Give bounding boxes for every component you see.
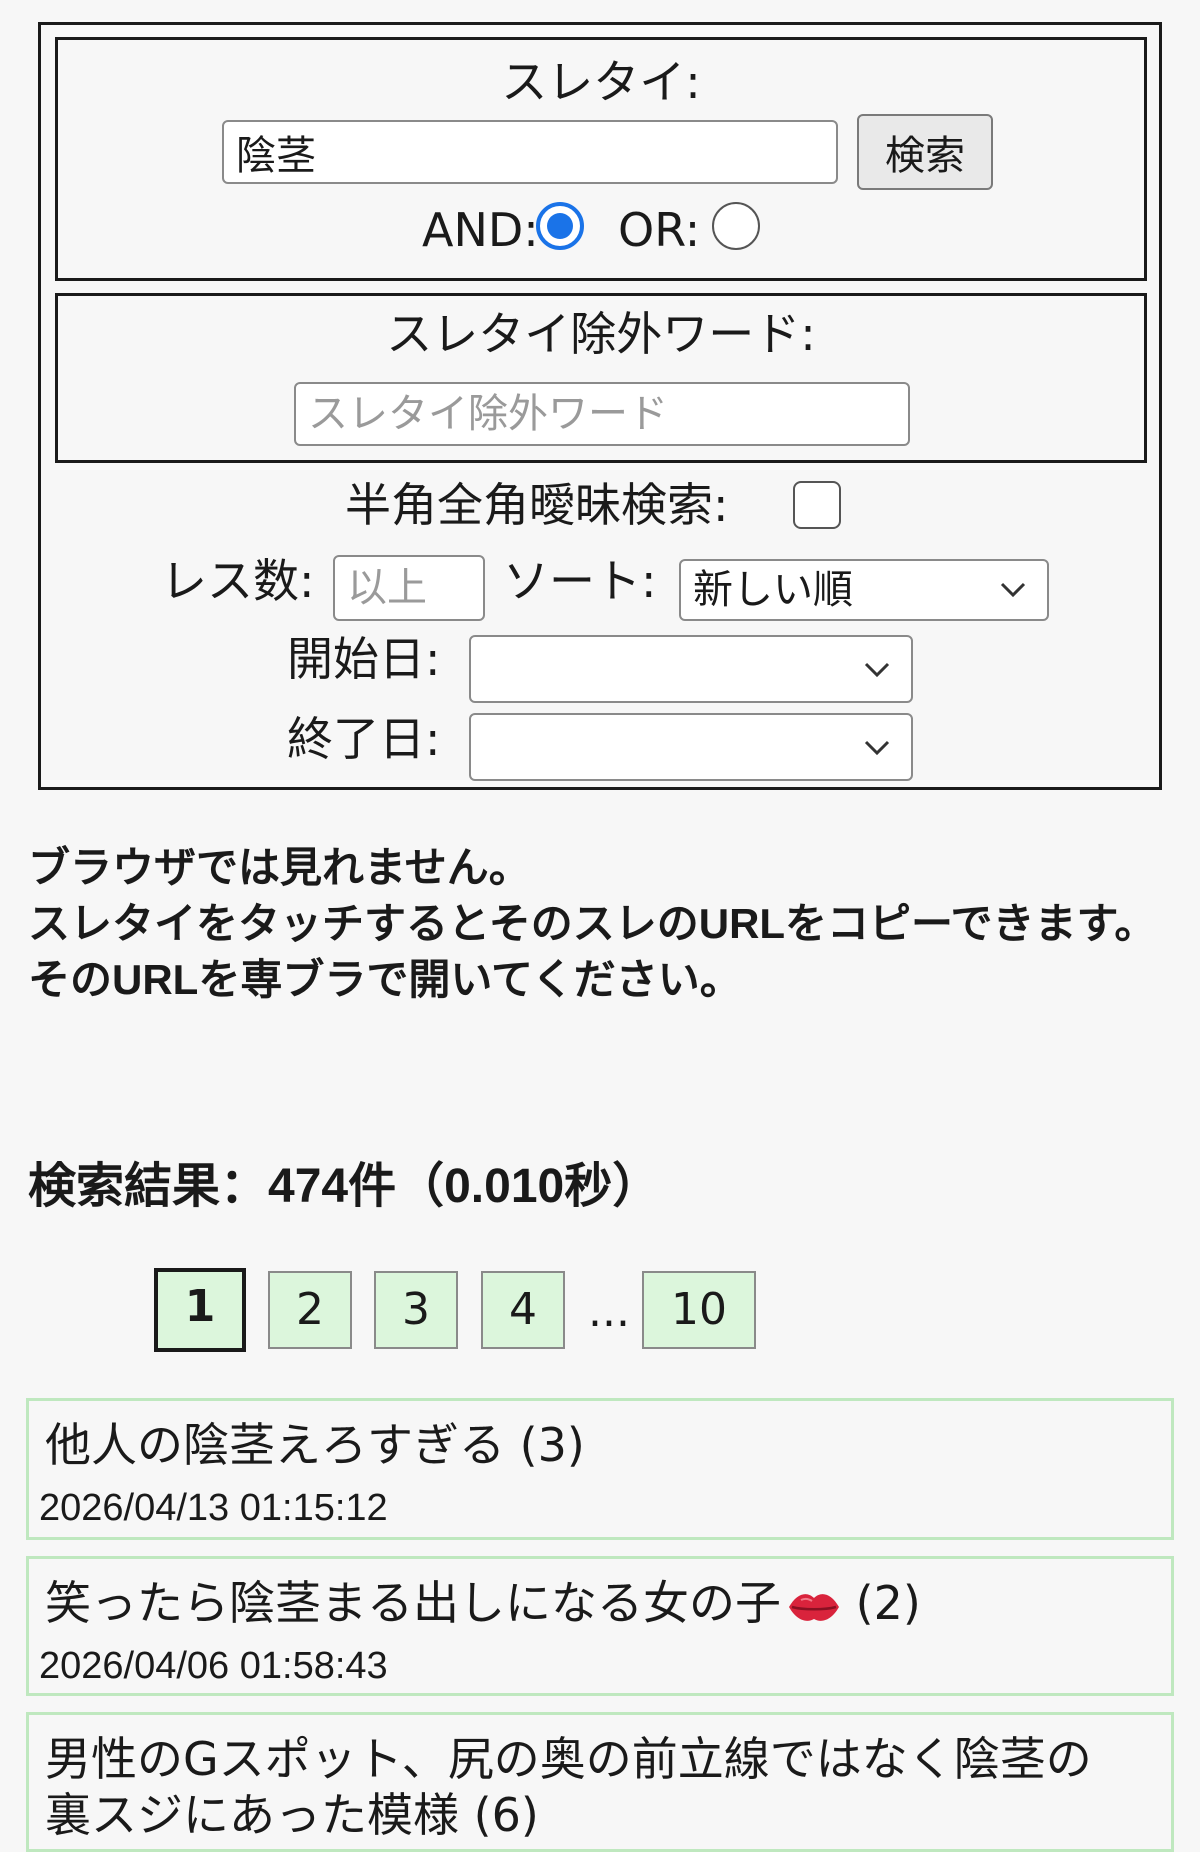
res-count-input[interactable]	[333, 555, 485, 621]
notice-line-1: ブラウザでは見れません。	[28, 844, 531, 891]
and-label: AND:	[422, 203, 539, 257]
page-3-button[interactable]: 3	[374, 1271, 458, 1349]
search-form: スレタイ: 検索 AND: OR: スレタイ除外ワード: 半角全角曖昧検索: レ…	[38, 22, 1162, 790]
or-radio[interactable]	[712, 202, 760, 250]
result-item[interactable]: 他人の陰茎えろすぎる (3) 2026/04/13 01:15:12	[26, 1398, 1174, 1540]
result-date: 2026/04/13 01:15:12	[39, 1487, 388, 1529]
search-button[interactable]: 検索	[857, 114, 993, 190]
result-title[interactable]: 笑ったら陰茎まる出しになる女の子 (2)	[45, 1573, 921, 1633]
page-2-button[interactable]: 2	[268, 1271, 352, 1349]
result-count-suffix: (2)	[841, 1576, 921, 1630]
and-radio[interactable]	[536, 202, 584, 250]
fuzzy-search-checkbox[interactable]	[793, 481, 841, 529]
end-date-select[interactable]	[469, 713, 913, 781]
result-item[interactable]: 男性のGスポット、尻の奥の前立線ではなく陰茎の 裏スジにあった模様 (6)	[26, 1712, 1174, 1852]
notice-line-2: スレタイをタッチするとそのスレのURLをコピーできます。	[28, 900, 1157, 947]
result-title[interactable]: 他人の陰茎えろすぎる (3)	[45, 1415, 585, 1475]
notice-line-3: そのURLを専ブラで開いてください。	[28, 956, 742, 1003]
page-4-button[interactable]: 4	[481, 1271, 565, 1349]
title-search-input[interactable]	[222, 120, 838, 184]
exclude-fieldset: スレタイ除外ワード:	[55, 293, 1147, 463]
title-label: スレタイ:	[501, 55, 701, 109]
fuzzy-search-label: 半角全角曖昧検索:	[345, 478, 729, 532]
browser-notice: ブラウザでは見れません。 スレタイをタッチするとそのスレのURLをコピーできます…	[28, 840, 1178, 1008]
start-date-select[interactable]	[469, 635, 913, 703]
result-date: 2026/04/06 01:58:43	[39, 1645, 388, 1687]
sort-label: ソート:	[503, 554, 657, 608]
page-1-button[interactable]: 1	[154, 1268, 246, 1352]
chevron-down-icon	[1000, 582, 1026, 598]
lips-icon	[789, 1593, 839, 1621]
exclude-word-input[interactable]	[294, 382, 910, 446]
result-title-line-2[interactable]: 裏スジにあった模様 (6)	[45, 1785, 539, 1845]
or-label: OR:	[618, 203, 701, 257]
res-count-label: レス数:	[161, 554, 315, 608]
result-item[interactable]: 笑ったら陰茎まる出しになる女の子 (2) 2026/04/06 01:58:43	[26, 1556, 1174, 1696]
exclude-label: スレタイ除外ワード:	[386, 307, 816, 361]
end-date-label: 終了日:	[287, 712, 441, 766]
page-10-button[interactable]: 10	[642, 1271, 756, 1349]
result-title-text: 笑ったら陰茎まる出しになる女の子	[45, 1576, 781, 1630]
chevron-down-icon	[864, 662, 890, 678]
title-search-fieldset: スレタイ: 検索 AND: OR:	[55, 37, 1147, 281]
pagination-ellipsis: ...	[588, 1286, 630, 1337]
sort-select-value: 新しい順	[693, 567, 853, 613]
sort-select[interactable]: 新しい順	[679, 559, 1049, 621]
result-title[interactable]: 男性のGスポット、尻の奥の前立線ではなく陰茎の	[45, 1729, 1092, 1789]
chevron-down-icon	[864, 740, 890, 756]
search-result-summary: 検索結果：474件（0.010秒）	[28, 1160, 661, 1213]
start-date-label: 開始日:	[287, 632, 441, 686]
